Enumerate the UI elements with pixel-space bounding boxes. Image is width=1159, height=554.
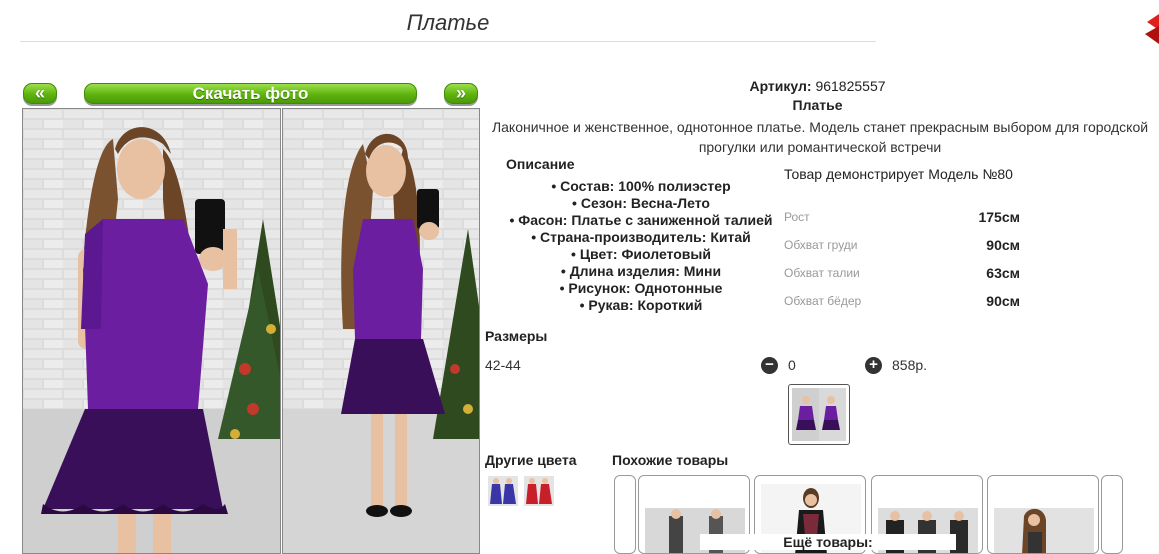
measurement-label-hips: Обхват бёдер: [784, 294, 862, 308]
quantity-decrease-button[interactable]: −: [761, 357, 778, 374]
download-photo-button[interactable]: Скачать фото: [84, 83, 417, 104]
feature-item: Страна-производитель: Китай: [486, 229, 796, 246]
measurement-value-waist: 63см: [986, 265, 1020, 281]
similar-product-card[interactable]: [987, 475, 1099, 554]
measurement-label-bust: Обхват груди: [784, 238, 858, 252]
feature-item: Длина изделия: Мини: [486, 263, 796, 280]
next-photo-button[interactable]: »: [444, 83, 478, 104]
more-products-heading: Ещё товары:: [700, 534, 956, 550]
feature-item: Фасон: Платье с заниженной талией: [486, 212, 796, 229]
feature-item: Рукав: Короткий: [486, 297, 796, 314]
product-description: Лаконичное и женственное, однотонное пла…: [491, 119, 1149, 155]
selected-photo-thumbnail[interactable]: [788, 384, 850, 445]
quantity-value: 0: [788, 357, 796, 373]
features-list: Состав: 100% полиэстер Сезон: Весна-Лето…: [486, 178, 796, 314]
color-swatch-red[interactable]: [524, 476, 554, 506]
other-colors-heading: Другие цвета: [485, 452, 577, 468]
title-divider: [20, 41, 876, 42]
quantity-increase-button[interactable]: +: [865, 357, 882, 374]
feature-item: Рисунок: Однотонные: [486, 280, 796, 297]
prev-photo-button[interactable]: «: [23, 83, 57, 104]
similar-products-heading: Похожие товары: [612, 452, 729, 468]
article-label: Артикул:: [749, 78, 812, 94]
model-info: Товар демонстрирует Модель №80: [784, 166, 1013, 182]
measurement-value-height: 175см: [978, 209, 1020, 225]
price-value: 858р.: [892, 357, 928, 373]
article-number: Артикул: 961825557: [484, 78, 1151, 94]
color-swatch-blue[interactable]: [488, 476, 518, 506]
size-value: 42-44: [485, 357, 521, 373]
product-photo-main[interactable]: [22, 108, 281, 554]
thumbnail-image: [792, 388, 846, 441]
feature-item: Цвет: Фиолетовый: [486, 246, 796, 263]
product-photo-secondary[interactable]: [282, 108, 480, 554]
measurement-label-height: Рост: [784, 210, 810, 224]
feature-item: Сезон: Весна-Лето: [486, 195, 796, 212]
measurement-value-bust: 90см: [986, 237, 1020, 253]
features-heading: Описание: [506, 156, 575, 172]
feature-item: Состав: 100% полиэстер: [486, 178, 796, 195]
product-name: Платье: [792, 97, 843, 113]
carousel-prev-button[interactable]: [614, 475, 636, 554]
brand-logo-icon[interactable]: [1143, 14, 1159, 44]
sizes-heading: Размеры: [485, 328, 548, 344]
measurement-label-waist: Обхват талии: [784, 266, 860, 280]
article-value: 961825557: [815, 78, 886, 94]
page-title: Платье: [406, 10, 490, 35]
carousel-next-button[interactable]: [1101, 475, 1123, 554]
measurement-value-hips: 90см: [986, 293, 1020, 309]
